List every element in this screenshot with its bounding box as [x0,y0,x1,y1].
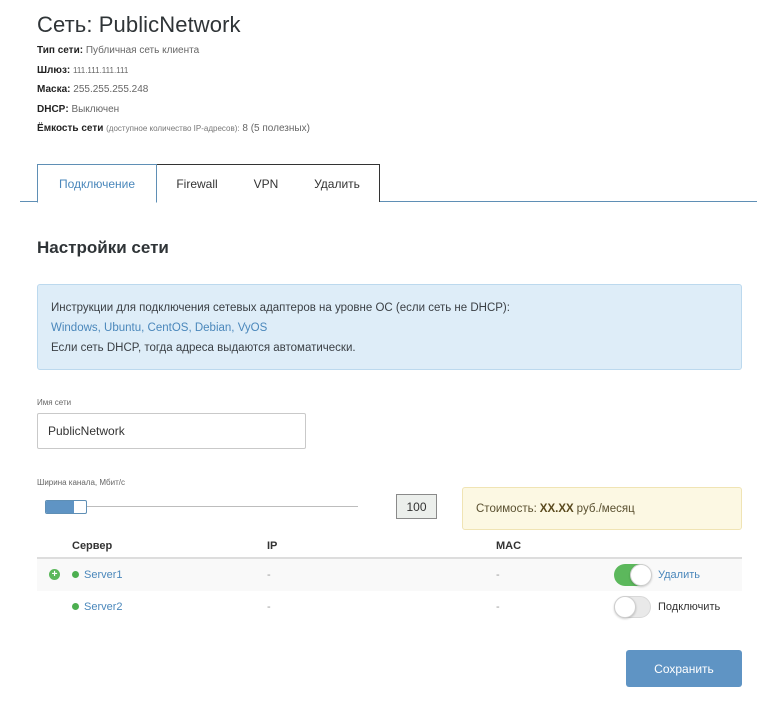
network-name-input[interactable] [37,413,306,449]
bandwidth-value: 100 [396,494,437,519]
server-name-link[interactable]: Server2 [84,601,123,613]
servers-table: Сервер IP MAC + Server1 - - Удалить Serv… [37,535,742,623]
link-windows[interactable]: Windows [51,322,98,334]
remove-action-label[interactable]: Удалить [658,569,700,581]
cost-amount: XX.XX [539,502,574,515]
connection-toggle[interactable] [614,596,651,618]
server-name-link[interactable]: Server1 [84,569,123,581]
cost-box: Стоимость: XX.XX руб./месяц [462,487,742,530]
cost-label: Стоимость: [476,502,537,515]
tab-vpn[interactable]: VPN [237,164,296,202]
tab-firewall[interactable]: Firewall [157,164,238,202]
mask-value: 255.255.255.248 [73,84,149,95]
status-dot-icon [72,571,79,578]
link-ubuntu[interactable]: Ubuntu [104,322,141,334]
capacity-label: Ёмкость сети [37,123,104,134]
table-row: Server2 - - Подключить [37,591,742,623]
section-title: Настройки сети [37,238,169,257]
link-centos[interactable]: CentOS [148,322,189,334]
dhcp-label: DHCP: [37,103,69,115]
link-debian[interactable]: Debian [195,322,231,334]
col-server: Сервер [72,540,113,552]
gateway-label: Шлюз: [37,64,71,76]
expand-plus-icon[interactable]: + [49,569,60,580]
tab-connection[interactable]: Подключение [37,164,157,203]
bandwidth-label: Ширина канала, Мбит/с [37,478,125,487]
table-row: + Server1 - - Удалить [37,559,742,591]
server-ip: - [267,569,271,581]
network-type-value: Публичная сеть клиента [85,45,200,56]
network-name-label: Имя сети [37,398,72,407]
status-dot-icon [72,603,79,610]
gateway-value: 111.111.111.111 [73,65,129,75]
server-mac: - [496,569,500,581]
toggle-knob [630,564,652,586]
save-button[interactable]: Сохранить [626,650,742,687]
info-dhcp-note: Если сеть DHCP, тогда адреса выдаются ав… [51,342,356,354]
connect-action-label[interactable]: Подключить [658,601,720,613]
dhcp-row: DHCP: Выключен [37,100,310,120]
info-instructions: Инструкции для подключения сетевых адапт… [51,302,510,314]
connection-toggle[interactable] [614,564,652,586]
capacity-value: 8 (5 полезных) [242,123,310,134]
dhcp-value: Выключен [71,103,120,115]
gateway-row: Шлюз: 111.111.111.111 [37,61,310,81]
network-meta: Тип сети: Публичная сеть клиента Шлюз: 1… [37,41,310,139]
toggle-knob [614,596,636,618]
tab-bar: Подключение Firewall VPN Удалить [20,164,757,203]
mask-label: Маска: [37,84,71,95]
server-ip: - [267,601,271,613]
table-header: Сервер IP MAC [37,535,742,559]
bandwidth-slider-track[interactable] [45,506,358,507]
network-type-label: Тип сети: [37,45,84,56]
tab-delete[interactable]: Удалить [295,164,380,202]
page-title: Сеть: PublicNetwork [37,12,241,37]
bandwidth-slider-fill [46,501,74,513]
mask-row: Маска: 255.255.255.248 [37,80,310,100]
network-type-row: Тип сети: Публичная сеть клиента [37,41,310,61]
capacity-note: (доступное количество IP-адресов): [106,124,240,133]
capacity-row: Ёмкость сети (доступное количество IP-ад… [37,119,310,139]
server-mac: - [496,601,500,613]
os-links: Windows, Ubuntu, CentOS, Debian, VyOS [51,322,268,334]
cost-unit: руб./месяц [576,502,635,515]
bandwidth-slider-handle[interactable] [45,500,87,514]
col-ip: IP [267,540,278,552]
col-mac: MAC [496,540,522,552]
link-vyos[interactable]: VyOS [238,322,268,334]
info-alert: Инструкции для подключения сетевых адапт… [37,284,742,370]
network-header: Сеть: PublicNetwork Тип сети: Публичная … [37,12,310,139]
